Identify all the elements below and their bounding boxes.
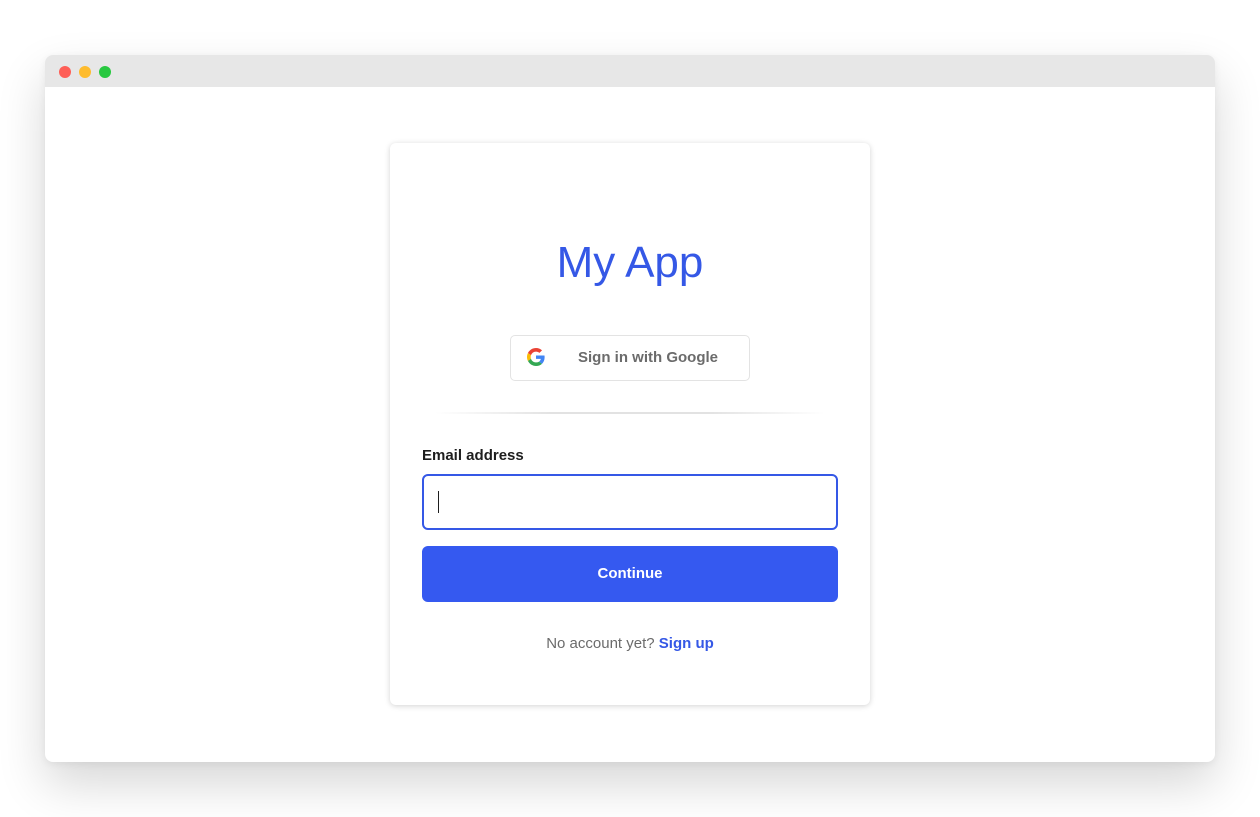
sign-in-with-google-button[interactable]: Sign in with Google [510,335,750,381]
maximize-window-button[interactable] [99,66,111,78]
browser-window: My App Sign in with Google Email address… [45,55,1215,762]
login-card: My App Sign in with Google Email address… [390,143,870,705]
continue-button[interactable]: Continue [422,546,838,602]
email-label: Email address [422,447,524,464]
google-icon [527,348,545,366]
minimize-window-button[interactable] [79,66,91,78]
app-title: My App [556,238,704,287]
email-field[interactable] [422,474,838,530]
signup-prompt: No account yet? Sign up [390,635,870,652]
google-button-label: Sign in with Google [578,349,718,366]
no-account-text: No account yet? [546,635,655,652]
title-bar [45,55,1215,87]
divider [435,412,825,414]
close-window-button[interactable] [59,66,71,78]
sign-up-link[interactable]: Sign up [659,635,714,652]
text-cursor [438,491,439,513]
